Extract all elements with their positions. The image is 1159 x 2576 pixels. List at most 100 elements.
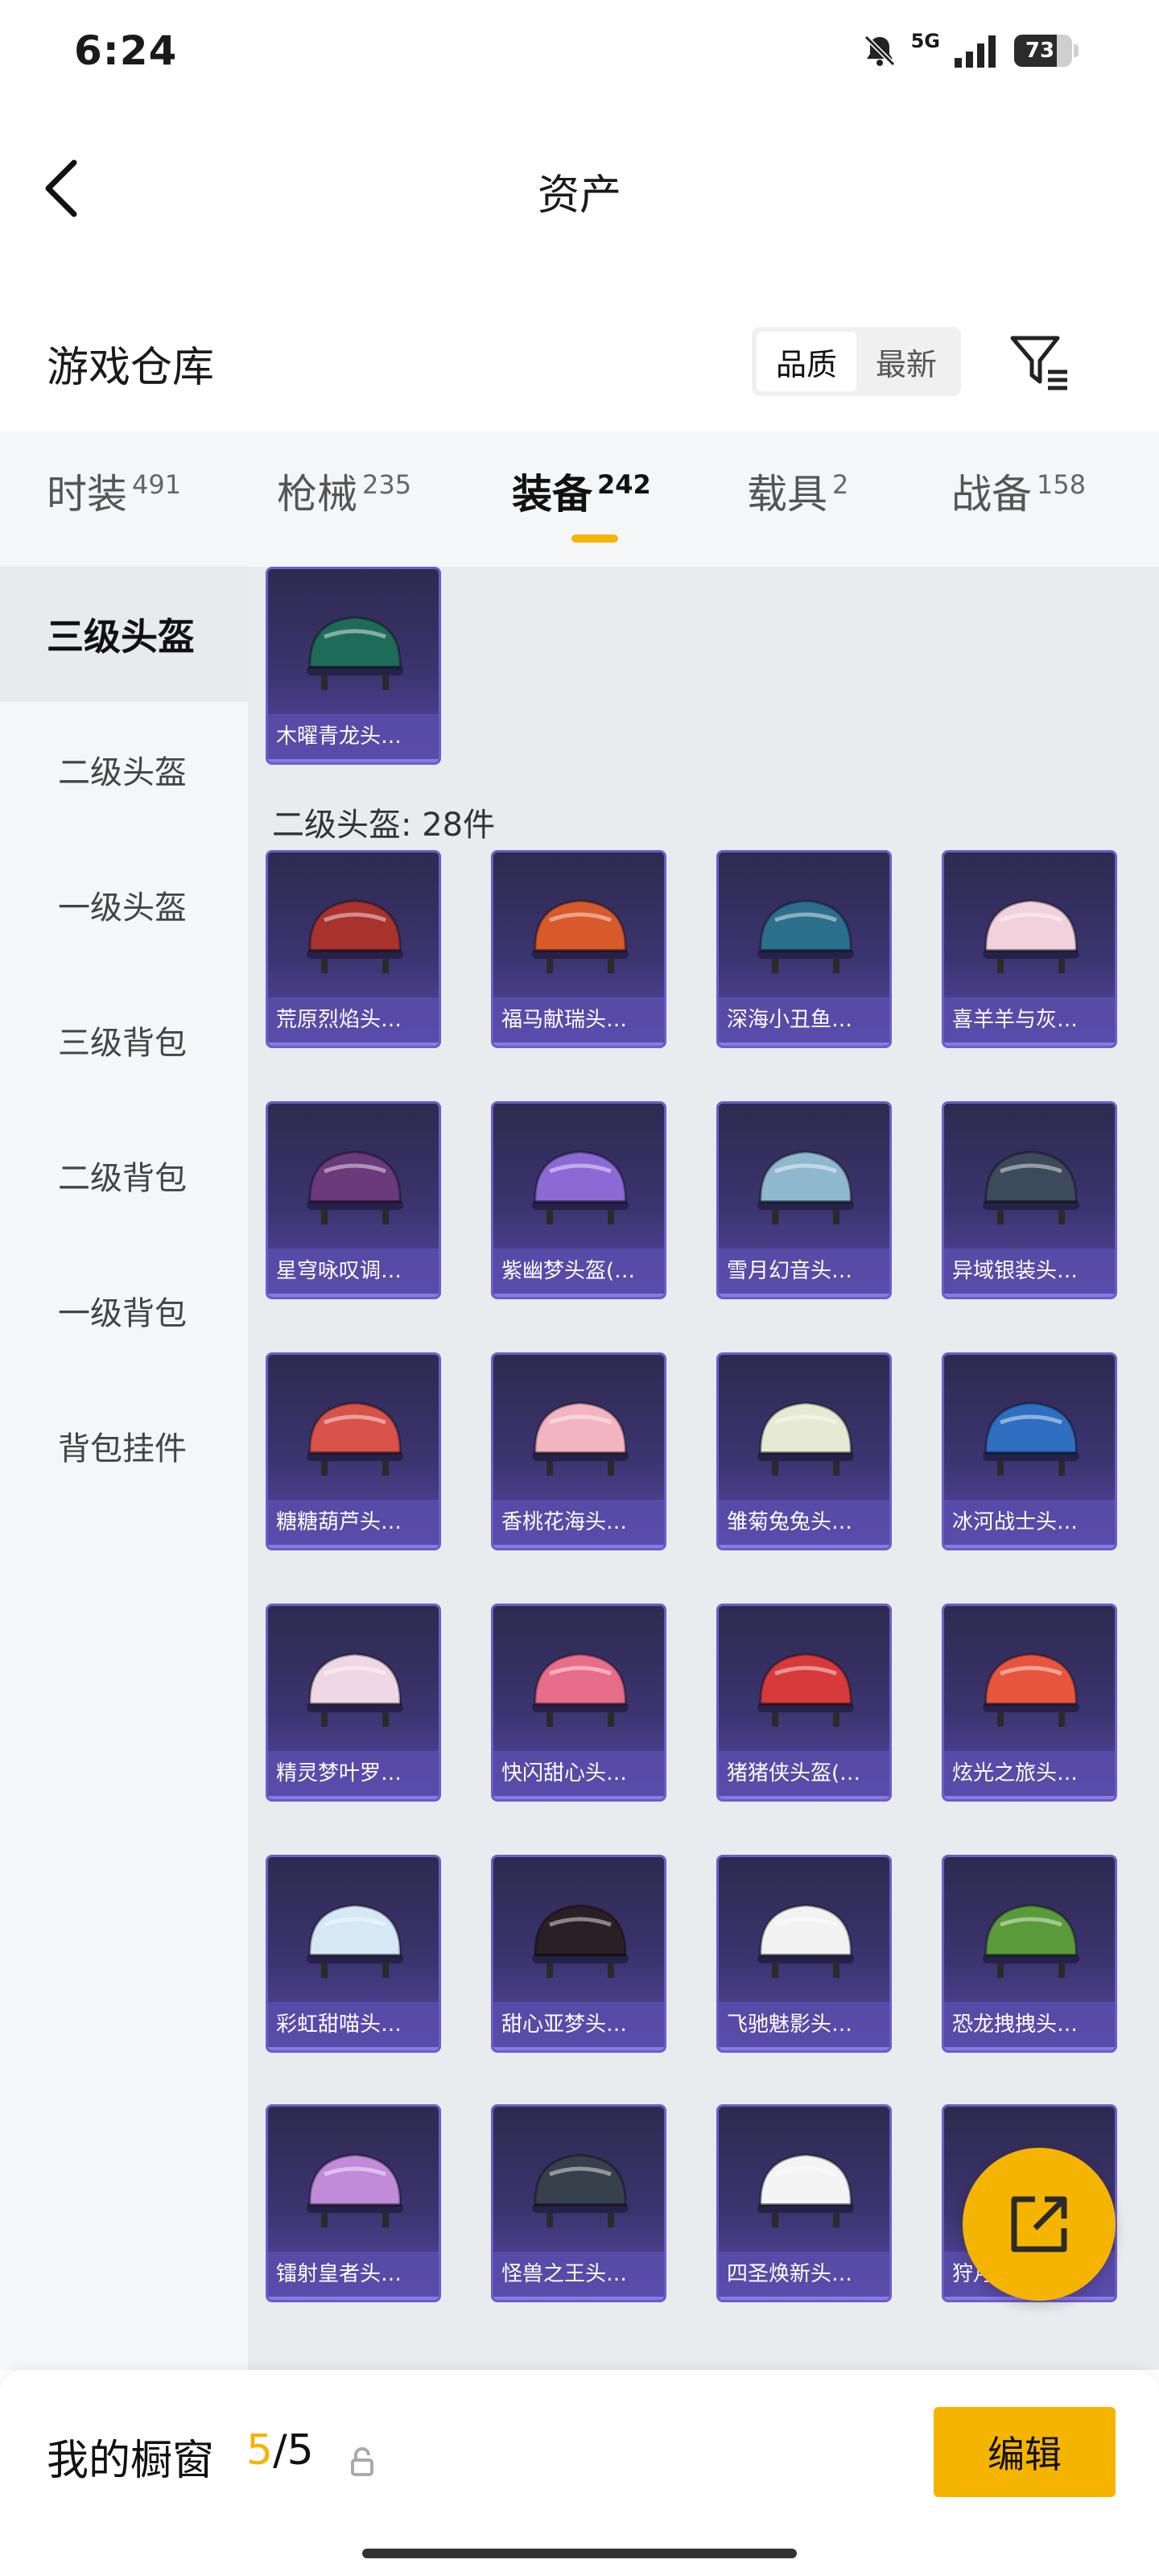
helmet-card-label: 飞驰魅影头…	[719, 2002, 889, 2047]
helmet-icon	[307, 616, 403, 690]
helmet-card-label: 香桃花海头…	[493, 1500, 664, 1545]
helmet-icon	[757, 1653, 854, 1727]
helmet-icon	[532, 1402, 629, 1476]
tab-firearms[interactable]: 枪械 235	[277, 462, 411, 520]
helmet-card[interactable]: 荒原烈焰头…	[266, 850, 441, 1048]
helmet-card[interactable]: 镭射皇者头…	[266, 2104, 441, 2302]
tab-supplies[interactable]: 战备 158	[951, 462, 1086, 520]
tab-vehicles[interactable]: 载具 2	[747, 462, 848, 520]
sidebar-item-level3-backpack[interactable]: 三级背包	[0, 972, 248, 1108]
share-external-icon	[1011, 2196, 1067, 2252]
helmet-icon	[757, 1150, 854, 1224]
home-indicator	[362, 2549, 797, 2558]
sort-quality-button[interactable]: 品质	[757, 332, 856, 391]
lock-icon	[351, 2447, 373, 2476]
helmet-icon	[307, 899, 403, 973]
helmet-card-label: 彩虹甜喵头…	[268, 2002, 439, 2047]
group-heading: 二级头盔: 28件	[272, 807, 496, 844]
page-title: 资产	[537, 171, 621, 220]
helmet-card-label: 怪兽之王头…	[493, 2252, 664, 2297]
sidebar-item-level2-backpack[interactable]: 二级背包	[0, 1108, 248, 1243]
helmet-card[interactable]: 喜羊羊与灰…	[942, 850, 1117, 1048]
helmet-icon	[532, 1904, 629, 1978]
header: 资产	[0, 121, 1159, 258]
helmet-card[interactable]: 四圣焕新头…	[716, 2104, 892, 2302]
status-icons: 5G 73	[861, 30, 1079, 69]
sidebar-item-level3-helmet[interactable]: 三级头盔	[0, 567, 248, 702]
sidebar: 三级头盔 二级头盔 一级头盔 三级背包 二级背包 一级背包 背包挂件	[0, 567, 248, 2370]
helmet-card-label: 紫幽梦头盔(…	[493, 1249, 664, 1294]
helmet-card[interactable]: 恐龙拽拽头…	[942, 1855, 1117, 2053]
helmet-card[interactable]: 飞驰魅影头…	[716, 1855, 892, 2053]
battery-icon: 73	[1014, 33, 1079, 68]
helmet-icon	[307, 1150, 403, 1224]
bell-muted-icon	[864, 35, 895, 67]
network-label: 5G	[910, 30, 940, 52]
helmet-card-label: 荒原烈焰头…	[268, 997, 439, 1042]
sidebar-item-level1-helmet[interactable]: 一级头盔	[0, 837, 248, 972]
helmet-card-label: 精灵梦叶罗…	[268, 1751, 439, 1796]
filter-icon[interactable]	[1008, 332, 1072, 393]
active-tab-indicator	[571, 535, 618, 543]
category-tabs: 时装 491 枪械 235 装备 242 载具 2 战备 158	[0, 431, 1159, 567]
helmet-card[interactable]: 异域银装头…	[942, 1101, 1117, 1299]
helmet-card[interactable]: 雏菊兔兔头…	[716, 1352, 892, 1550]
helmet-card[interactable]: 木曜青龙头…	[266, 567, 441, 765]
helmet-icon	[983, 1150, 1079, 1224]
showcase-bar: 我的橱窗 5/5 编辑	[0, 2370, 1159, 2576]
helmet-card-label: 镭射皇者头…	[268, 2252, 439, 2297]
sidebar-item-backpack-charm[interactable]: 背包挂件	[0, 1378, 248, 1513]
helmet-card-label: 猪猪侠头盔(…	[719, 1751, 889, 1796]
status-time: 6:24	[74, 27, 178, 74]
helmet-card-label: 雪月幻音头…	[719, 1249, 889, 1294]
helmet-card-label: 四圣焕新头…	[719, 2252, 889, 2297]
helmet-icon	[307, 2153, 403, 2227]
showcase-count: 5/5	[246, 2426, 314, 2475]
helmet-card[interactable]: 精灵梦叶罗…	[266, 1604, 441, 1802]
helmet-card[interactable]: 星穹咏叹调…	[266, 1101, 441, 1299]
helmet-icon	[532, 899, 629, 973]
sort-toggle: 品质 最新	[752, 327, 961, 396]
warehouse-title: 游戏仓库	[47, 344, 215, 392]
helmet-card[interactable]: 怪兽之王头…	[491, 2104, 666, 2302]
sidebar-item-level2-helmet[interactable]: 二级头盔	[0, 702, 248, 837]
item-grid: 二级头盔: 28件 木曜青龙头… 荒原烈焰头… 福马献瑞头… 深海小丑鱼… 喜羊羊与灰……	[248, 567, 1159, 2370]
helmet-icon	[757, 1402, 854, 1476]
helmet-card[interactable]: 香桃花海头…	[491, 1352, 666, 1550]
helmet-card-label: 雏菊兔兔头…	[719, 1500, 889, 1545]
showcase-label: 我的橱窗	[47, 2437, 215, 2485]
helmet-icon	[983, 1402, 1079, 1476]
helmet-icon	[532, 1653, 629, 1727]
helmet-card-label: 炫光之旅头…	[944, 1751, 1115, 1796]
helmet-card-label: 木曜青龙头…	[268, 714, 439, 759]
helmet-icon	[757, 899, 854, 973]
sidebar-item-level1-backpack[interactable]: 一级背包	[0, 1243, 248, 1378]
helmet-card[interactable]: 糖糖葫芦头…	[266, 1352, 441, 1550]
helmet-card[interactable]: 紫幽梦头盔(…	[491, 1101, 666, 1299]
helmet-icon	[757, 2153, 854, 2227]
helmet-card[interactable]: 冰河战士头…	[942, 1352, 1117, 1550]
helmet-card[interactable]: 猪猪侠头盔(…	[716, 1604, 892, 1802]
tab-fashion[interactable]: 时装 491	[47, 462, 181, 520]
helmet-card-label: 星穹咏叹调…	[268, 1249, 439, 1294]
status-bar: 6:24 5G 73	[0, 0, 1159, 105]
helmet-card-label: 快闪甜心头…	[493, 1751, 664, 1796]
helmet-card[interactable]: 雪月幻音头…	[716, 1101, 892, 1299]
tab-equipment[interactable]: 装备 242	[512, 462, 651, 520]
helmet-card-label: 喜羊羊与灰…	[944, 997, 1115, 1042]
helmet-card[interactable]: 彩虹甜喵头…	[266, 1855, 441, 2053]
helmet-card[interactable]: 深海小丑鱼…	[716, 850, 892, 1048]
helmet-card-label: 深海小丑鱼…	[719, 997, 889, 1042]
helmet-card[interactable]: 福马献瑞头…	[491, 850, 666, 1048]
edit-button[interactable]: 编辑	[934, 2407, 1116, 2497]
sort-newest-button[interactable]: 最新	[856, 332, 956, 391]
battery-percent: 73	[1025, 39, 1055, 63]
helmet-card-label: 甜心亚梦头…	[493, 2002, 664, 2047]
helmet-card[interactable]: 快闪甜心头…	[491, 1604, 666, 1802]
share-fab[interactable]	[963, 2148, 1116, 2301]
helmet-icon	[307, 1653, 403, 1727]
helmet-icon	[307, 1402, 403, 1476]
signal-icon	[955, 35, 996, 68]
helmet-card[interactable]: 炫光之旅头…	[942, 1604, 1117, 1802]
helmet-card[interactable]: 甜心亚梦头…	[491, 1855, 666, 2053]
